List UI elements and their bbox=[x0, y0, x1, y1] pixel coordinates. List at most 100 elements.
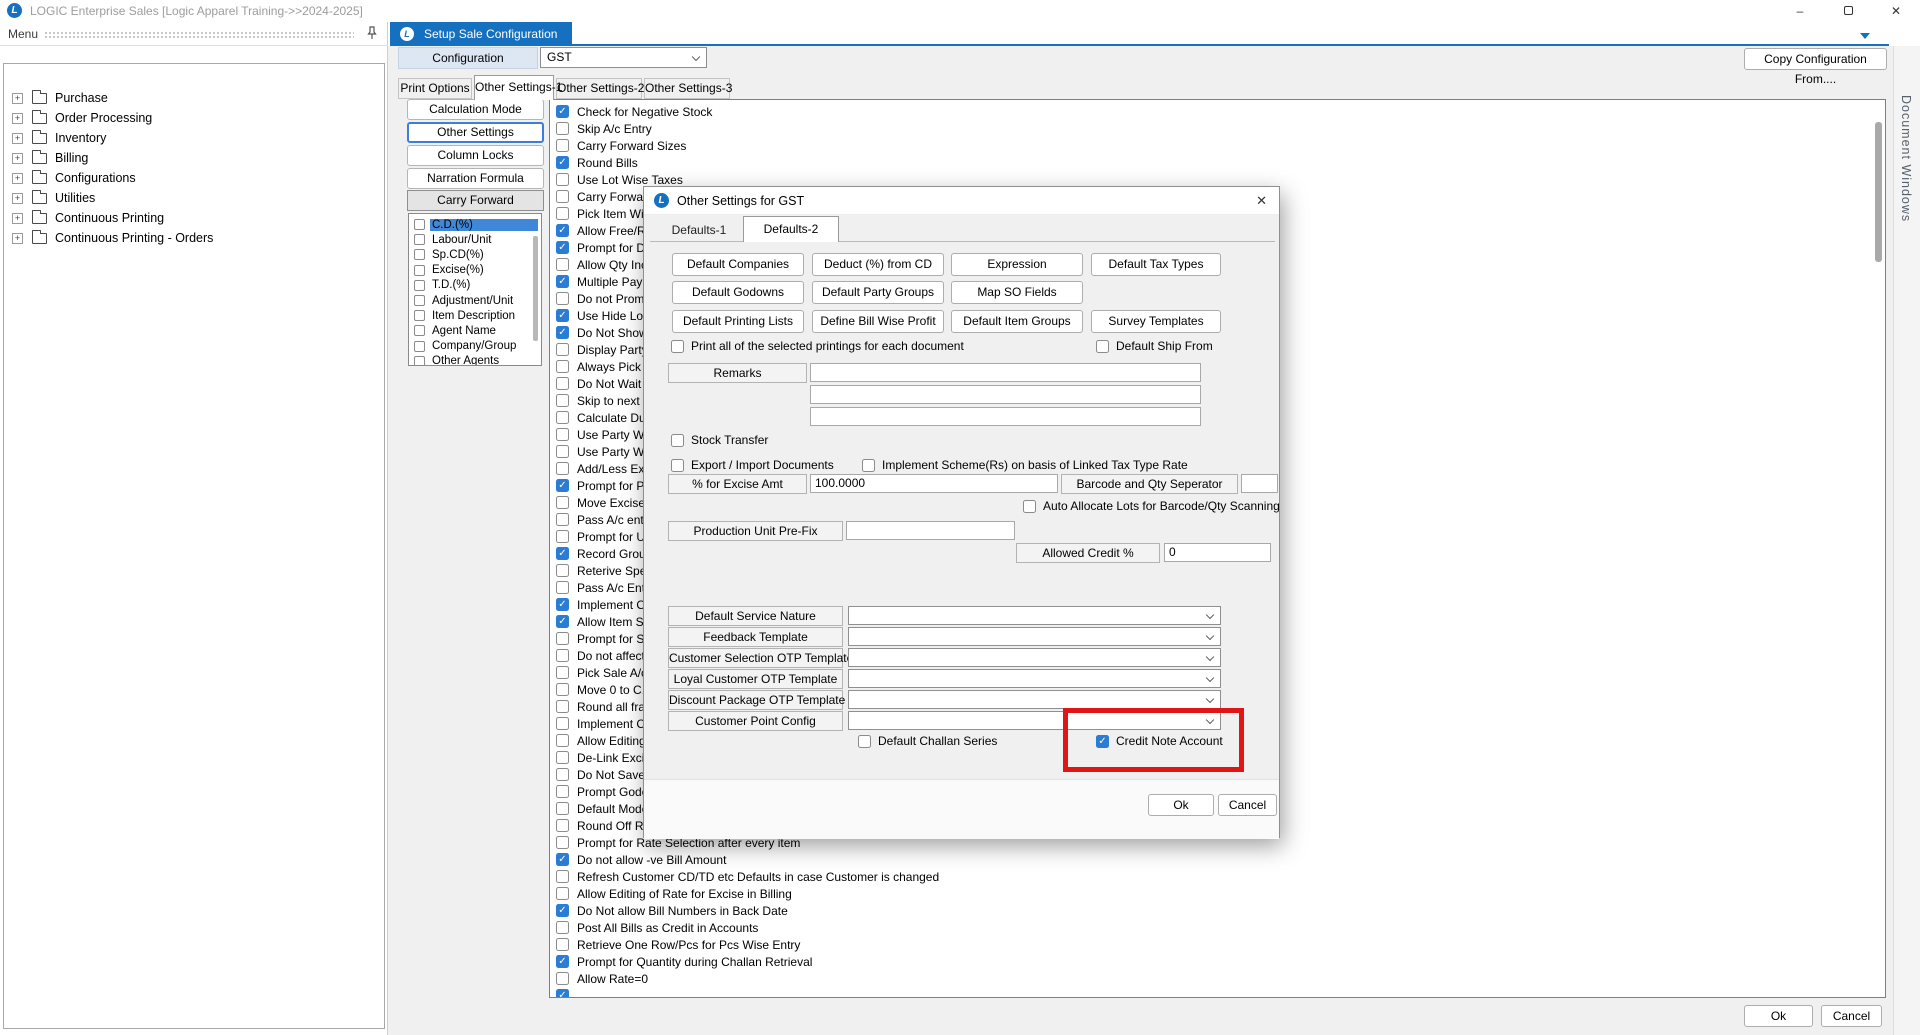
checkbox-icon[interactable] bbox=[556, 173, 569, 186]
setting-row-de-link-excise[interactable]: De-Link Excise bbox=[556, 749, 657, 766]
default-godowns-button[interactable]: Default Godowns bbox=[672, 281, 804, 304]
checkbox-icon[interactable] bbox=[556, 326, 569, 339]
map-so-fields-button[interactable]: Map SO Fields bbox=[951, 281, 1083, 304]
sidebar-item-billing[interactable]: +Billing bbox=[4, 148, 384, 168]
checkbox-icon[interactable] bbox=[556, 547, 569, 560]
setting-row-prompt-for-per[interactable]: Prompt for Per bbox=[556, 477, 655, 494]
setting-row-carry-forward[interactable]: Carry Forward bbox=[556, 188, 654, 205]
sidebar-item-configurations[interactable]: +Configurations bbox=[4, 168, 384, 188]
setting-row-round-off-rat[interactable]: Round Off Rat bbox=[556, 817, 654, 834]
checkbox-icon[interactable] bbox=[556, 292, 569, 305]
setting-row-refresh-customer-cd-td-etc-defaults-in-case-customer-is-changed[interactable]: Refresh Customer CD/TD etc Defaults in c… bbox=[556, 868, 939, 885]
sidebar-item-continuous-printing[interactable]: +Continuous Printing bbox=[4, 208, 384, 228]
section-button-calculation-mode[interactable]: Calculation Mode bbox=[407, 99, 544, 120]
checkbox-icon[interactable] bbox=[1096, 340, 1109, 353]
checkbox-icon[interactable] bbox=[556, 377, 569, 390]
expand-icon[interactable]: + bbox=[12, 213, 23, 224]
setting-row-post-all-bills-as-credit-in-accounts[interactable]: Post All Bills as Credit in Accounts bbox=[556, 919, 758, 936]
list-item-labour-unit[interactable]: Labour/Unit bbox=[412, 232, 538, 247]
setting-row-always-pick-r[interactable]: Always Pick R bbox=[556, 358, 653, 375]
checkbox-icon[interactable] bbox=[671, 434, 684, 447]
barcode-separator-input[interactable] bbox=[1241, 474, 1278, 493]
setting-row-retrieve-one-row-pcs-for-pcs-wise-entry[interactable]: Retrieve One Row/Pcs for Pcs Wise Entry bbox=[556, 936, 800, 953]
expand-icon[interactable]: + bbox=[12, 153, 23, 164]
checkbox-icon[interactable] bbox=[556, 921, 569, 934]
checkbox-icon[interactable] bbox=[556, 887, 569, 900]
setting-row-prompt-for-quantity-during-challan-retrieval[interactable]: Prompt for Quantity during Challan Retri… bbox=[556, 953, 812, 970]
close-button[interactable]: ✕ bbox=[1876, 0, 1916, 22]
checkbox-icon[interactable] bbox=[556, 241, 569, 254]
section-button-narration-formula[interactable]: Narration Formula bbox=[407, 168, 544, 189]
checkbox-icon[interactable] bbox=[556, 156, 569, 169]
setting-row-implement-onl[interactable]: Implement Onl bbox=[556, 596, 655, 613]
list-item-company-group[interactable]: Company/Group bbox=[412, 339, 538, 354]
checkbox-icon[interactable] bbox=[556, 360, 569, 373]
setting-row-move-excise[interactable]: Move Excise( bbox=[556, 494, 649, 511]
tab-other-settings-1[interactable]: Other Settings-1 bbox=[474, 75, 554, 100]
expand-icon[interactable]: + bbox=[12, 233, 23, 244]
setting-row-check-for-negative-stock[interactable]: Check for Negative Stock bbox=[556, 103, 712, 120]
checkbox-icon[interactable] bbox=[556, 411, 569, 424]
default-challan-checkbox[interactable]: Default Challan Series bbox=[858, 734, 997, 748]
setting-row-do-not-wait-fo[interactable]: Do Not Wait fo bbox=[556, 375, 655, 392]
checkbox-icon[interactable] bbox=[556, 122, 569, 135]
checkbox-icon[interactable] bbox=[556, 989, 569, 998]
list-item-adjustment-unit[interactable]: Adjustment/Unit bbox=[412, 293, 538, 308]
checkbox-icon[interactable] bbox=[414, 325, 425, 336]
checkbox-icon[interactable] bbox=[556, 802, 569, 815]
remarks-input-3[interactable] bbox=[810, 407, 1201, 426]
expand-icon[interactable]: + bbox=[12, 133, 23, 144]
setting-row-prompt-for-sur[interactable]: Prompt for Sur bbox=[556, 630, 655, 647]
default-tax-types-button[interactable]: Default Tax Types bbox=[1091, 253, 1221, 276]
setting-row-use-party-wis[interactable]: Use Party Wis bbox=[556, 443, 653, 460]
tab-defaults-2[interactable]: Defaults-2 bbox=[743, 216, 839, 242]
customer-selection-otp-template-select[interactable] bbox=[848, 648, 1221, 667]
remarks-input-2[interactable] bbox=[810, 385, 1201, 404]
dialog-close-icon[interactable]: ✕ bbox=[1256, 193, 1267, 209]
checkbox-icon[interactable] bbox=[556, 751, 569, 764]
discount-package-otp-template-select[interactable] bbox=[848, 690, 1221, 709]
default-companies-button[interactable]: Default Companies bbox=[672, 253, 804, 276]
checkbox-icon[interactable] bbox=[1023, 500, 1036, 513]
survey-templates-button[interactable]: Survey Templates bbox=[1091, 310, 1221, 333]
checkbox-icon[interactable] bbox=[556, 207, 569, 220]
checkbox-icon[interactable] bbox=[556, 955, 569, 968]
setting-row-round-bills[interactable]: Round Bills bbox=[556, 154, 638, 171]
deduct-from-cd-button[interactable]: Deduct (%) from CD bbox=[812, 253, 944, 276]
checkbox-icon[interactable] bbox=[556, 666, 569, 679]
checkbox-icon[interactable] bbox=[556, 445, 569, 458]
checkbox-icon[interactable] bbox=[556, 513, 569, 526]
production-prefix-input[interactable] bbox=[846, 521, 1015, 540]
setting-row-do-not-allow-ve-bill-amount[interactable]: Do not allow -ve Bill Amount bbox=[556, 851, 726, 868]
expand-icon[interactable]: + bbox=[12, 113, 23, 124]
allowed-credit-input[interactable]: 0 bbox=[1164, 543, 1271, 562]
checkbox-icon[interactable] bbox=[414, 341, 425, 352]
checkbox-icon[interactable] bbox=[556, 428, 569, 441]
checkbox-icon[interactable] bbox=[556, 649, 569, 662]
pin-icon[interactable] bbox=[366, 26, 378, 40]
section-button-column-locks[interactable]: Column Locks bbox=[407, 145, 544, 166]
dialog-ok-button[interactable]: Ok bbox=[1148, 794, 1214, 816]
setting-row-do-not-allow-bill-numbers-in-back-date[interactable]: Do Not allow Bill Numbers in Back Date bbox=[556, 902, 788, 919]
checkbox-icon[interactable] bbox=[414, 310, 425, 321]
sidebar-item-utilities[interactable]: +Utilities bbox=[4, 188, 384, 208]
configuration-select[interactable]: GST bbox=[540, 47, 707, 68]
setting-row-skip-a-c-entry[interactable]: Skip A/c Entry bbox=[556, 120, 652, 137]
list-item-excise[interactable]: Excise(%) bbox=[412, 263, 538, 278]
maximize-button[interactable] bbox=[1828, 0, 1868, 22]
default-service-nature-select[interactable] bbox=[848, 606, 1221, 625]
checkbox-icon[interactable] bbox=[556, 309, 569, 322]
checkbox-icon[interactable] bbox=[556, 819, 569, 832]
checkbox-icon[interactable] bbox=[414, 280, 425, 291]
excise-amt-input[interactable]: 100.0000 bbox=[810, 474, 1058, 493]
checkbox-icon[interactable] bbox=[556, 394, 569, 407]
setting-row-use-hide-lots[interactable]: Use Hide Lots bbox=[556, 307, 652, 324]
checkbox-icon[interactable] bbox=[414, 249, 425, 260]
checkbox-icon[interactable] bbox=[671, 340, 684, 353]
setting-row-do-not-prompt[interactable]: Do not Prompt bbox=[556, 290, 654, 307]
setting-row-do-not-save[interactable]: Do Not Save bbox=[556, 766, 645, 783]
list-item-agent-name[interactable]: Agent Name bbox=[412, 323, 538, 338]
checkbox-icon[interactable] bbox=[414, 356, 425, 366]
checkbox-icon[interactable] bbox=[858, 735, 871, 748]
setting-row-round-all-fract[interactable]: Round all fract bbox=[556, 698, 654, 715]
